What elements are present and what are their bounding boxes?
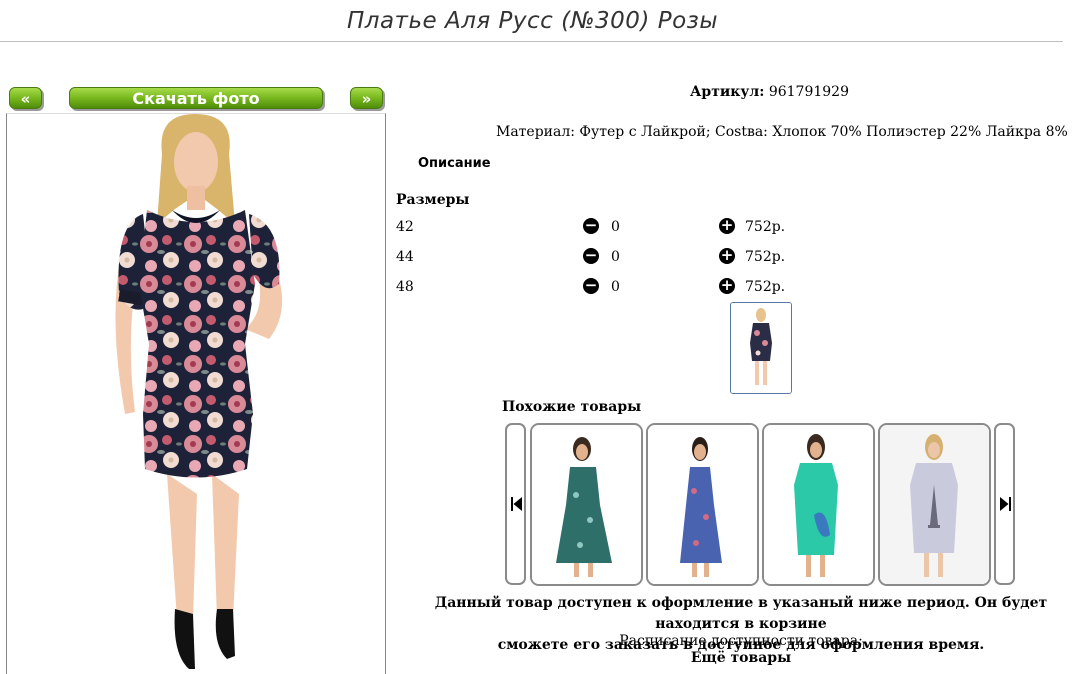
price-value: 752р. (745, 249, 786, 265)
plus-circle-icon[interactable]: + (719, 278, 735, 294)
carousel-next-button[interactable] (994, 423, 1015, 585)
product-thumbnail[interactable] (730, 302, 792, 394)
price-value: 752р. (745, 279, 786, 295)
similar-product-image (648, 425, 757, 584)
similar-heading: Похожие товары (502, 399, 642, 415)
similar-product-card[interactable] (646, 423, 759, 586)
carousel-prev-button[interactable] (505, 423, 526, 585)
similar-product-image (532, 425, 641, 584)
price-value: 752р. (745, 219, 786, 235)
similar-product-image (764, 425, 873, 584)
material-text: Материал: Футер с Лайкрой; Сostва: Хлопо… (496, 124, 1068, 140)
plus-circle-icon[interactable]: + (719, 218, 735, 234)
availability-schedule: Расписание доступности товара: Ещё товар… (396, 633, 1083, 667)
notice-line-1: Данный товар доступен к оформление в ука… (434, 595, 1048, 632)
minus-circle-icon[interactable]: − (583, 218, 599, 234)
main-product-photo[interactable] (6, 113, 386, 674)
size-value: 48 (396, 279, 414, 295)
similar-product-card[interactable] (530, 423, 643, 586)
size-value: 44 (396, 249, 414, 265)
quantity-value: 0 (611, 279, 620, 295)
size-row: 44 − 0 + 752р. (396, 246, 816, 268)
size-row: 42 − 0 + 752р. (396, 216, 816, 238)
minus-circle-icon[interactable]: − (583, 278, 599, 294)
description-heading: Описание (418, 156, 491, 171)
size-row: 48 − 0 + 752р. (396, 276, 816, 298)
quantity-value: 0 (611, 219, 620, 235)
page-title: Платье Аля Русс (№300) Розы (346, 8, 719, 34)
sku-label: Артикул: (690, 84, 765, 100)
similar-product-card[interactable] (878, 423, 991, 586)
sku-value: 961791929 (768, 84, 849, 100)
thumbnail-image (731, 303, 791, 393)
minus-circle-icon[interactable]: − (583, 248, 599, 264)
title-divider (0, 41, 1063, 42)
sizes-heading: Размеры (396, 192, 470, 208)
more-products-label[interactable]: Ещё товары (396, 650, 1083, 667)
plus-circle-icon[interactable]: + (719, 248, 735, 264)
similar-product-image (880, 425, 989, 584)
similar-product-card[interactable] (762, 423, 875, 586)
schedule-label: Расписание доступности товара: (619, 633, 863, 649)
next-photo-button[interactable]: » (350, 87, 383, 109)
size-value: 42 (396, 219, 414, 235)
skip-back-icon (511, 497, 522, 511)
download-photo-button[interactable]: Скачать фото (69, 87, 323, 109)
sku-line: Артикул: 961791929 (690, 84, 849, 100)
product-photo-image (7, 114, 385, 674)
prev-photo-button[interactable]: « (9, 87, 42, 109)
skip-forward-icon (1000, 497, 1011, 511)
quantity-value: 0 (611, 249, 620, 265)
